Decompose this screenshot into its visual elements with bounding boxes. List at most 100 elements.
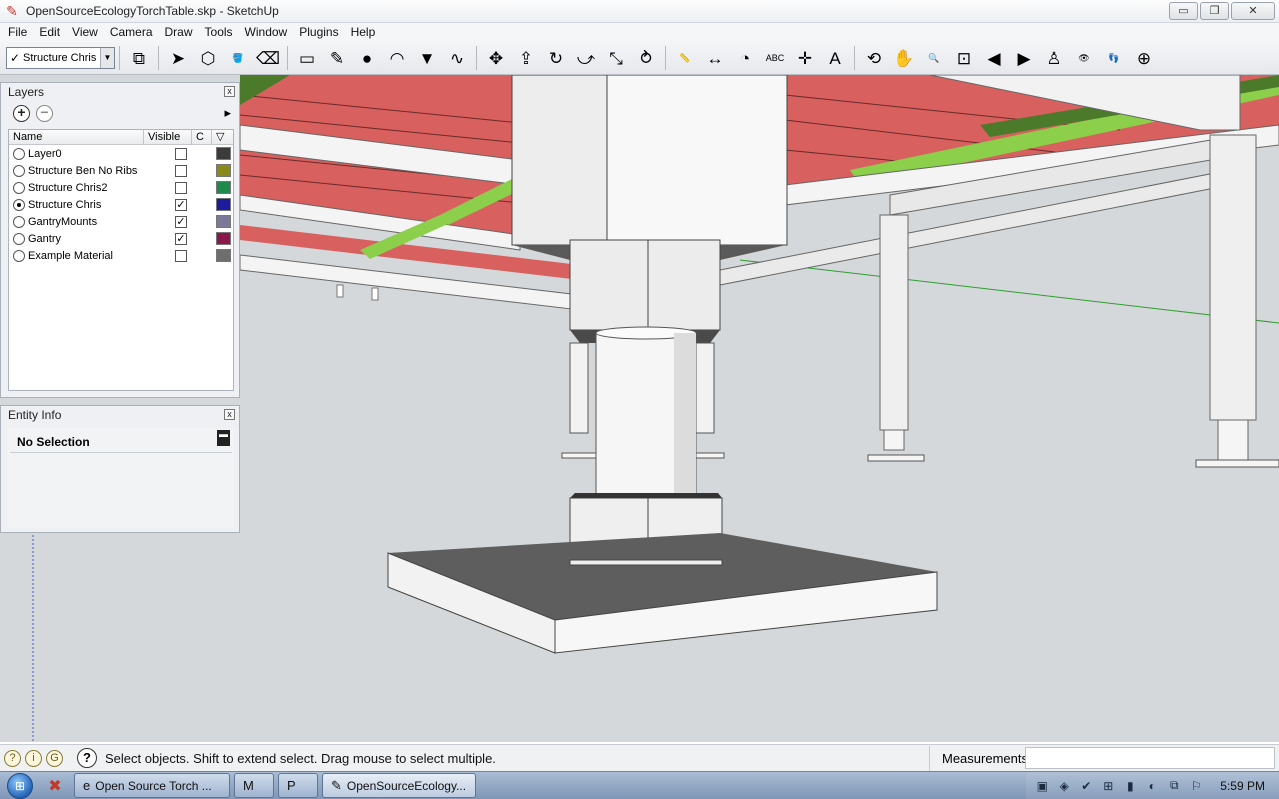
close-icon[interactable]: x [224, 409, 235, 420]
pan-hand-icon[interactable]: ✋ [889, 44, 919, 72]
task-browser[interactable]: e Open Source Torch ... [74, 773, 230, 798]
tray-icon[interactable]: ◈ [1056, 779, 1072, 793]
make-component-icon[interactable]: ⬡ [193, 44, 223, 72]
layer-color-swatch[interactable] [216, 164, 231, 177]
menu-file[interactable]: File [2, 23, 33, 42]
zoom-icon[interactable]: 🔍 [919, 44, 949, 72]
active-layer-radio[interactable] [13, 232, 25, 245]
task-mail[interactable]: M [234, 773, 274, 798]
column-name[interactable]: Name [9, 130, 144, 144]
measurements-input[interactable] [1025, 747, 1275, 769]
layer-row[interactable]: Example Material [9, 247, 233, 264]
tape-measure-icon[interactable]: 📏 [670, 44, 700, 72]
taskbar-app-icon[interactable]: ✖ [40, 774, 70, 798]
active-layer-radio[interactable] [13, 181, 25, 194]
layer-select[interactable]: ✓ Structure Chris ▼ [6, 47, 115, 69]
tray-icon[interactable]: ◐ [1144, 779, 1160, 793]
column-visible[interactable]: Visible [144, 130, 192, 144]
look-around-icon[interactable]: 👁 [1069, 44, 1099, 72]
arc-icon[interactable]: ◠ [382, 44, 412, 72]
protractor-icon[interactable]: ◔ [730, 44, 760, 72]
collapse-toggle-icon[interactable]: ▬ [217, 430, 230, 446]
start-button[interactable]: ⊞ [0, 772, 40, 799]
sketchup-app-icon[interactable]: ✎ [4, 3, 20, 19]
add-layer-button[interactable]: + [13, 104, 30, 122]
3d-text-icon[interactable]: A [820, 44, 850, 72]
position-camera-icon[interactable]: ♙ [1039, 44, 1069, 72]
active-layer-radio[interactable] [13, 198, 25, 211]
rectangle-icon[interactable]: ▭ [292, 44, 322, 72]
rotate-icon[interactable]: ↻ [541, 44, 571, 72]
chevron-down-icon[interactable]: ▼ [100, 48, 114, 68]
layer-color-swatch[interactable] [216, 147, 231, 160]
layer-color-swatch[interactable] [216, 181, 231, 194]
user-icon[interactable]: G [46, 749, 63, 767]
layer-row[interactable]: Layer0 [9, 145, 233, 162]
move-icon[interactable]: ✥ [481, 44, 511, 72]
follow-me-icon[interactable]: ⤻ [571, 44, 601, 72]
clock[interactable]: 5:59 PM [1220, 779, 1265, 793]
task-sketchup[interactable]: ✎ OpenSourceEcology... [322, 773, 476, 798]
tray-icon[interactable]: ✔ [1078, 779, 1094, 793]
menu-plugins[interactable]: Plugins [293, 23, 344, 42]
visible-checkbox[interactable] [175, 164, 187, 177]
layer-row[interactable]: Gantry ✓ [9, 230, 233, 247]
freehand-icon[interactable]: ∿ [442, 44, 472, 72]
menu-edit[interactable]: Edit [33, 23, 66, 42]
line-pencil-icon[interactable]: ✎ [322, 44, 352, 72]
axes-icon[interactable]: ✛ [790, 44, 820, 72]
eraser-icon[interactable]: ⌫ [253, 44, 283, 72]
layer-color-swatch[interactable] [216, 215, 231, 228]
layer-row[interactable]: Structure Chris2 [9, 179, 233, 196]
close-button[interactable]: ✕ [1231, 2, 1275, 20]
menu-tools[interactable]: Tools [199, 23, 239, 42]
tray-icon[interactable]: ▣ [1034, 779, 1050, 793]
active-layer-radio[interactable] [13, 249, 25, 262]
visible-checkbox[interactable] [175, 249, 187, 262]
visible-checkbox[interactable]: ✓ [175, 232, 187, 245]
menu-camera[interactable]: Camera [104, 23, 159, 42]
tray-icon[interactable]: ⊞ [1100, 779, 1116, 793]
menu-view[interactable]: View [66, 23, 104, 42]
scale-icon[interactable]: ⤡ [601, 44, 631, 72]
visible-checkbox[interactable] [175, 181, 187, 194]
active-layer-radio[interactable] [13, 147, 25, 160]
dimension-icon[interactable]: ↔ [700, 44, 730, 72]
zoom-window-icon[interactable]: ⊡ [949, 44, 979, 72]
column-color[interactable]: C [192, 130, 212, 144]
walk-icon[interactable]: 👣 [1099, 44, 1129, 72]
details-arrow-icon[interactable]: ▸ [224, 105, 231, 121]
tray-icon[interactable]: ▮ [1122, 779, 1138, 793]
layer-manager-icon[interactable]: ⧉ [124, 44, 154, 72]
tray-icon[interactable]: ⚐ [1188, 779, 1204, 793]
tray-icon[interactable]: ⧉ [1166, 778, 1182, 793]
layer-color-swatch[interactable] [216, 232, 231, 245]
active-layer-radio[interactable] [13, 164, 25, 177]
visible-checkbox[interactable] [175, 147, 187, 160]
minimize-button[interactable]: ▭ [1169, 2, 1198, 20]
visible-checkbox[interactable]: ✓ [175, 215, 187, 228]
layer-row[interactable]: Structure Chris ✓ [9, 196, 233, 213]
geo-location-icon[interactable]: ? [4, 749, 21, 767]
layer-row[interactable]: GantryMounts ✓ [9, 213, 233, 230]
active-layer-radio[interactable] [13, 215, 25, 228]
menu-draw[interactable]: Draw [159, 23, 199, 42]
delete-layer-button[interactable]: − [36, 104, 53, 122]
credits-icon[interactable]: i [25, 749, 42, 767]
visible-checkbox[interactable]: ✓ [175, 198, 187, 211]
text-label-icon[interactable]: ABC [760, 44, 790, 72]
layer-color-swatch[interactable] [216, 249, 231, 262]
circle-icon[interactable]: ● [352, 44, 382, 72]
polygon-icon[interactable]: ▼ [412, 44, 442, 72]
select-arrow-icon[interactable]: ➤ [163, 44, 193, 72]
offset-icon[interactable]: ⥁ [631, 44, 661, 72]
task-publisher[interactable]: P [278, 773, 318, 798]
push-pull-icon[interactable]: ⇪ [511, 44, 541, 72]
menu-help[interactable]: Help [345, 23, 382, 42]
sort-icon[interactable]: ▽ [212, 130, 233, 144]
orbit-icon[interactable]: ⟲ [859, 44, 889, 72]
layer-row[interactable]: Structure Ben No Ribs [9, 162, 233, 179]
section-plane-icon[interactable]: ⊕ [1129, 44, 1159, 72]
close-icon[interactable]: x [224, 86, 235, 97]
previous-view-icon[interactable]: ◀ [979, 44, 1009, 72]
